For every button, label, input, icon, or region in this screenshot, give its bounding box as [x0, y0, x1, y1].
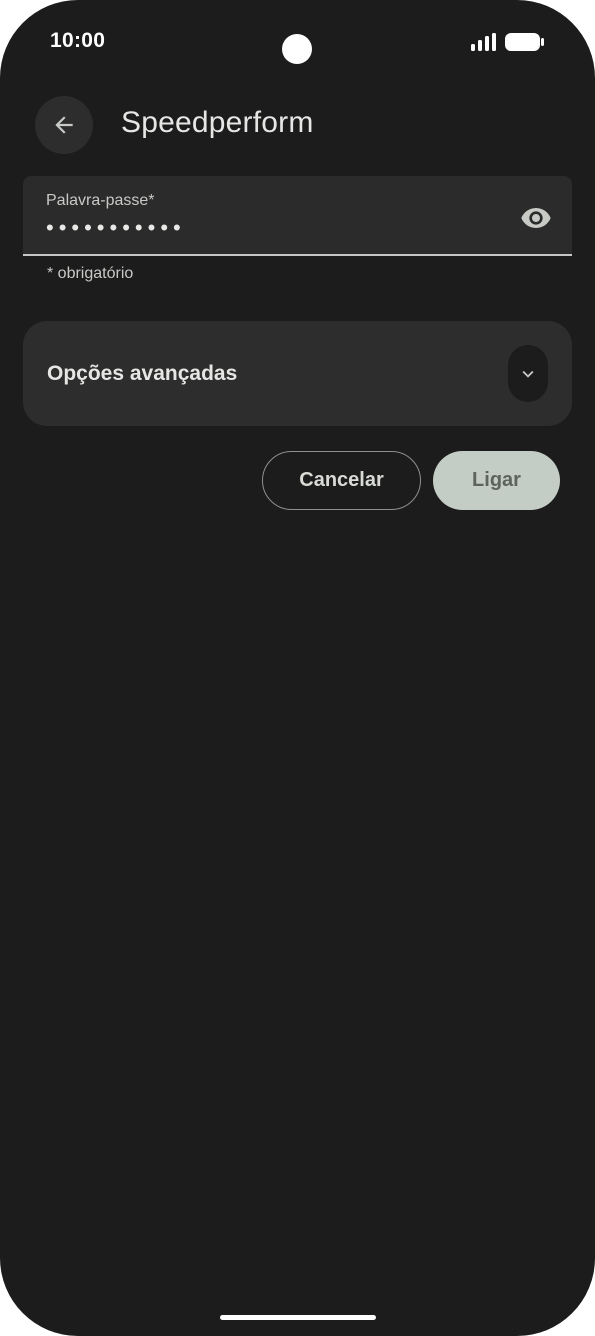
connect-button[interactable]: Ligar [433, 451, 560, 510]
password-field-value[interactable]: ••••••••••• [46, 217, 186, 239]
toggle-password-visibility-button[interactable] [516, 198, 556, 238]
status-bar: 10:00 [0, 0, 595, 90]
advanced-options-label: Opções avançadas [47, 362, 238, 385]
page-title: Speedperform [121, 106, 314, 139]
eye-icon [521, 208, 551, 228]
password-field-label: Palavra-passe* [46, 192, 155, 209]
cancel-button[interactable]: Cancelar [262, 451, 421, 510]
password-field[interactable]: Palavra-passe* ••••••••••• [23, 176, 572, 256]
arrow-left-icon [55, 116, 73, 134]
battery-icon [505, 33, 544, 51]
signal-icon [471, 33, 496, 51]
back-button[interactable] [35, 96, 93, 154]
home-indicator[interactable] [220, 1315, 376, 1320]
expand-advanced-options-button[interactable] [508, 345, 548, 402]
required-note: * obrigatório [47, 265, 134, 282]
chevron-down-icon [522, 370, 534, 378]
camera-cutout [282, 34, 312, 64]
phone-screen: 10:00 Speedperform Palavra-passe* ••••••… [0, 0, 595, 1336]
advanced-options-card[interactable]: Opções avançadas [23, 321, 572, 426]
status-time: 10:00 [50, 29, 106, 52]
